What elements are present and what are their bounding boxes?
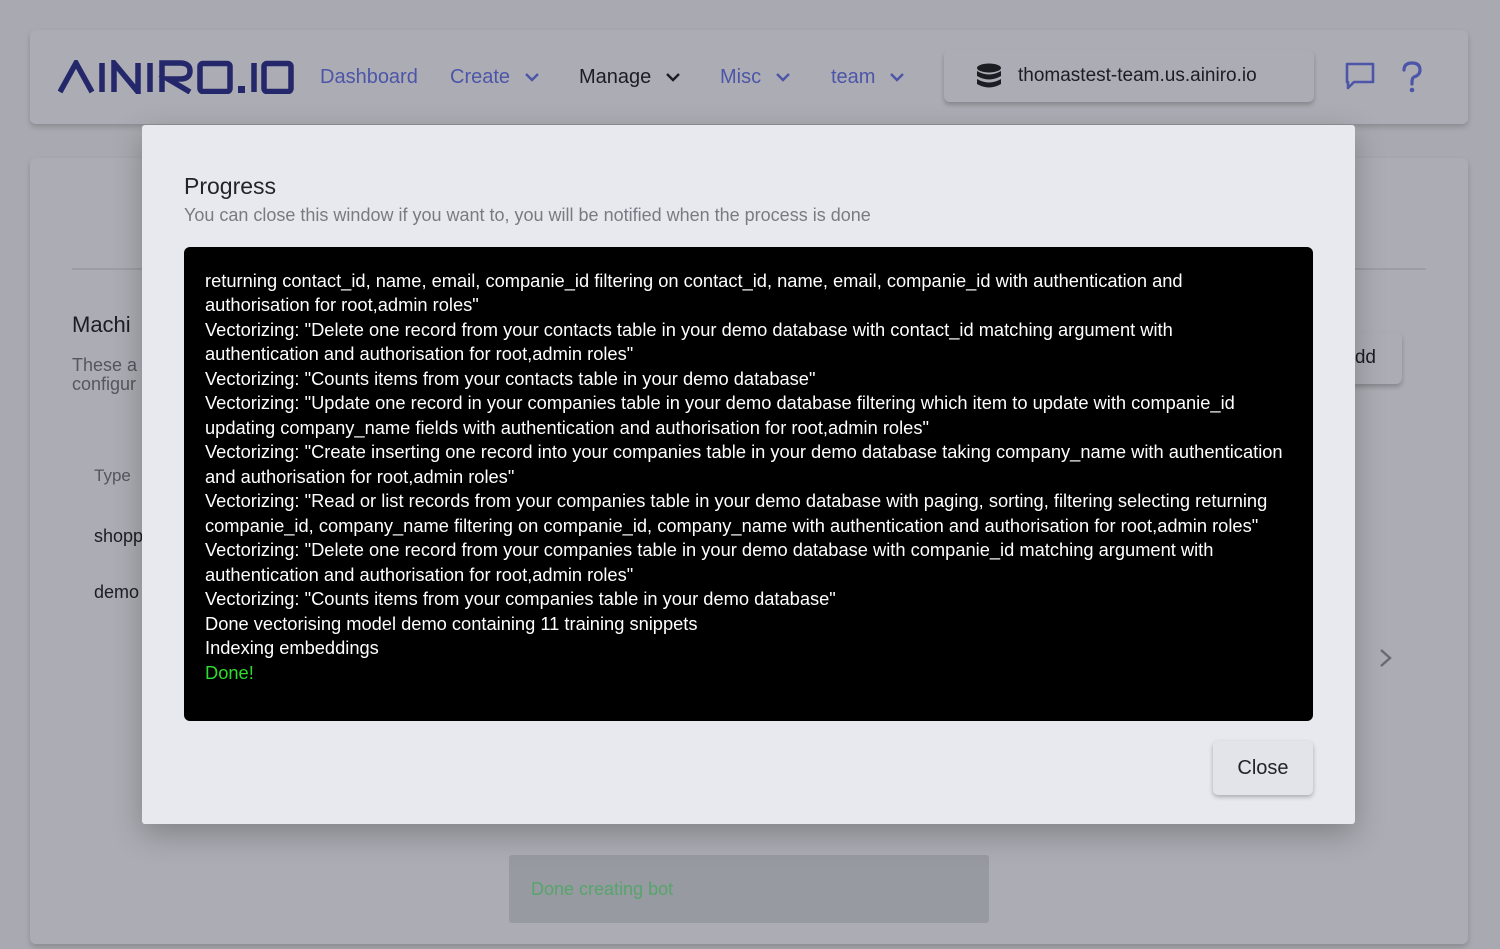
- log-line: Vectorizing: "Counts items from your con…: [205, 367, 816, 389]
- table-header-type: Type: [94, 466, 131, 485]
- log-line: Vectorizing: "Delete one record from you…: [205, 539, 1214, 585]
- ainiro-logo[interactable]: [57, 55, 294, 100]
- log-line: Vectorizing: "Delete one record from you…: [205, 318, 1173, 365]
- nav-dashboard-label: Dashboard: [320, 66, 418, 88]
- nav-team[interactable]: team: [831, 64, 905, 90]
- log-line: Vectorizing: "Read or list records from …: [205, 490, 1268, 536]
- log-output: returning contact_id, name, email, compa…: [205, 269, 1291, 686]
- chevron-down-icon: [666, 73, 681, 82]
- section-description-line-1: These a: [72, 355, 138, 375]
- toast-notification: Done creating bot: [509, 855, 989, 923]
- nav-misc-label: Misc: [720, 66, 762, 88]
- nav-dashboard[interactable]: Dashboard: [320, 64, 418, 90]
- chevron-right-icon[interactable]: [1376, 646, 1396, 670]
- top-navbar: Dashboard Create Manage Misc team thomas…: [30, 30, 1468, 124]
- nav-manage[interactable]: Manage: [579, 64, 681, 90]
- progress-log-console[interactable]: returning contact_id, name, email, compa…: [184, 247, 1313, 721]
- table-row[interactable]: shopp: [94, 526, 143, 547]
- chat-icon: [1345, 62, 1375, 90]
- section-description-line-2: configur: [72, 374, 137, 394]
- log-line: Vectorizing: "Create inserting one recor…: [205, 441, 1283, 487]
- chevron-down-icon: [776, 73, 790, 82]
- close-button-label: Close: [1237, 756, 1289, 779]
- nav-create[interactable]: Create: [450, 64, 540, 90]
- help-button[interactable]: [1396, 60, 1430, 94]
- log-line-done: Done!: [205, 661, 254, 683]
- help-icon: [1402, 61, 1422, 93]
- server-selector-button[interactable]: thomastest-team.us.ainiro.io: [944, 50, 1314, 102]
- chevron-down-icon: [890, 73, 905, 82]
- log-line: Vectorizing: "Update one record in your …: [205, 392, 1235, 438]
- add-button-label: dd: [1354, 347, 1376, 368]
- dialog-title: Progress: [184, 173, 277, 199]
- log-line: Done vectorising model demo containing 1…: [205, 612, 698, 634]
- chevron-down-icon: [525, 73, 539, 82]
- table-row[interactable]: demo: [94, 582, 139, 603]
- log-line: Vectorizing: "Counts items from your com…: [205, 588, 836, 609]
- chat-button[interactable]: [1344, 60, 1378, 94]
- server-name: thomastest-team.us.ainiro.io: [1018, 65, 1257, 86]
- section-title: Machi: [72, 312, 131, 337]
- logo-graphic: [57, 55, 294, 100]
- database-icon: [977, 63, 1001, 88]
- log-line: Indexing embeddings: [205, 637, 379, 658]
- toast-message: Done creating bot: [531, 878, 674, 899]
- nav-misc[interactable]: Misc: [720, 64, 791, 90]
- close-button[interactable]: Close: [1213, 741, 1313, 795]
- nav-team-label: team: [831, 66, 876, 88]
- log-line: returning contact_id, name, email, compa…: [205, 269, 1183, 316]
- dialog-subtitle: You can close this window if you want to…: [184, 205, 871, 225]
- nav-create-label: Create: [450, 66, 511, 88]
- progress-dialog: Progress You can close this window if yo…: [142, 125, 1355, 824]
- nav-manage-label: Manage: [579, 66, 652, 88]
